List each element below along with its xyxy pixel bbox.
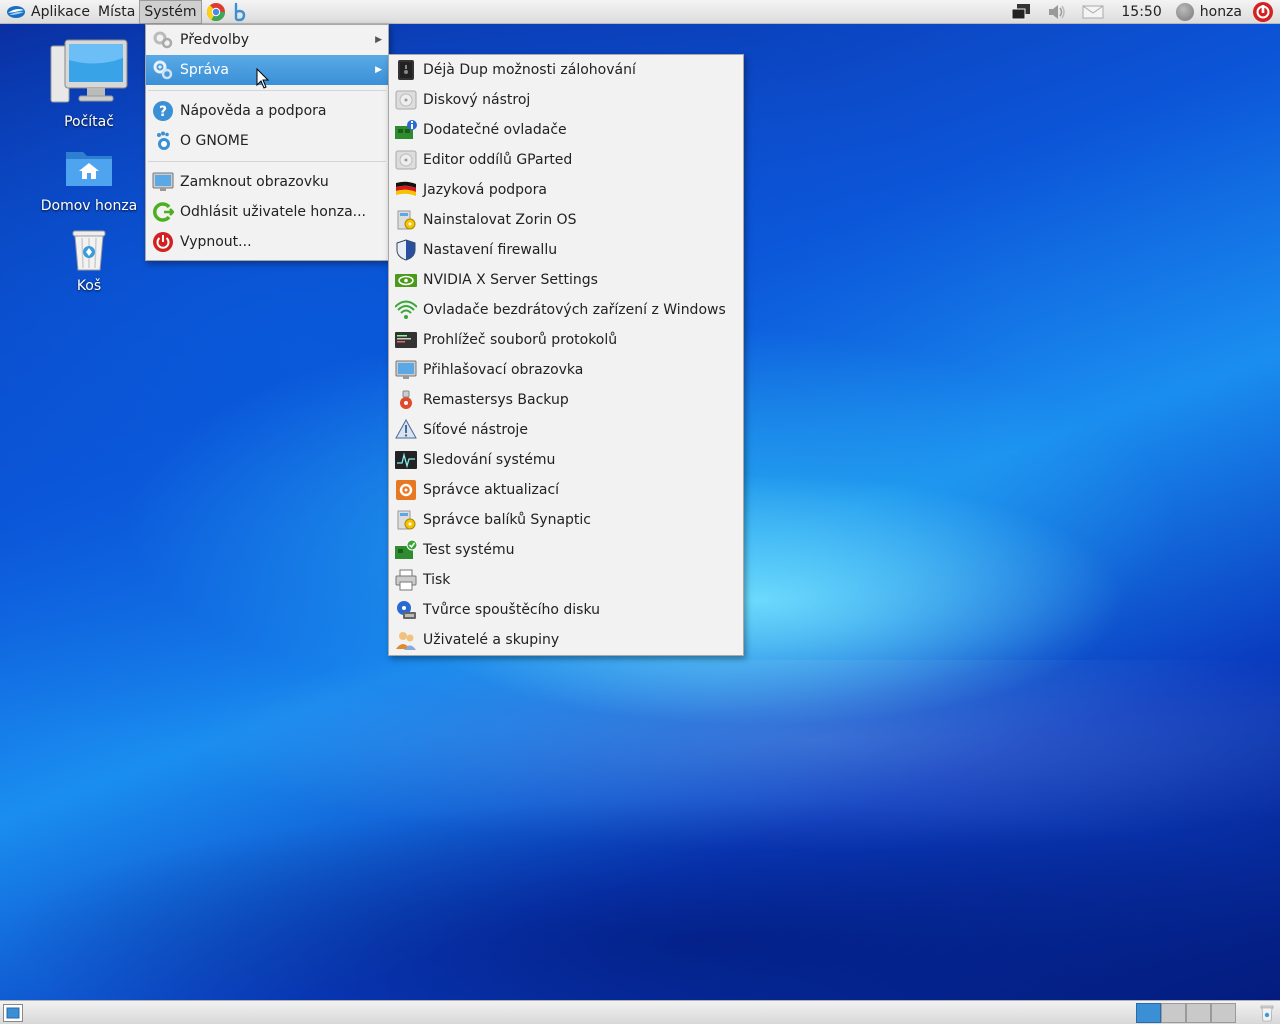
remastersys-icon — [400, 390, 412, 409]
trash-applet-icon[interactable] — [1260, 1004, 1274, 1022]
desktop-icon-label: Domov honza — [40, 198, 138, 214]
menu-item-disk-utility[interactable]: Diskový nástroj — [389, 85, 743, 115]
menu-item-login-screen[interactable]: Přihlašovací obrazovka — [389, 355, 743, 385]
wallpaper-swoosh — [0, 660, 1280, 1000]
backup-icon — [398, 60, 414, 80]
wallpaper-shadow — [0, 740, 1280, 1000]
system-test-icon — [395, 539, 417, 559]
menu-system[interactable]: Systém — [139, 0, 202, 24]
zorin-logo-icon[interactable] — [5, 1, 27, 23]
menu-item-help[interactable]: ? Nápověda a podpora — [146, 96, 388, 126]
menu-item-system-monitor[interactable]: Sledování systému — [389, 445, 743, 475]
bottom-panel — [0, 1000, 1280, 1024]
volume-icon[interactable] — [1046, 1, 1068, 23]
menu-item-wireless-drivers[interactable]: Ovladače bezdrátových zařízení z Windows — [389, 295, 743, 325]
language-flag-icon — [396, 181, 416, 196]
computer-icon — [50, 39, 128, 103]
preferences-icon — [153, 31, 173, 49]
mail-icon[interactable] — [1082, 1, 1104, 23]
menu-applications[interactable]: Aplikace — [27, 0, 94, 24]
network-tools-icon — [395, 419, 417, 439]
administration-icon — [153, 60, 173, 80]
menu-places[interactable]: Místa — [94, 0, 139, 24]
menu-item-install-zorin[interactable]: Nainstalovat Zorin OS — [389, 205, 743, 235]
workspace-switcher — [1136, 1002, 1236, 1023]
menu-item-language-support[interactable]: Jazyková podpora — [389, 175, 743, 205]
menu-item-remastersys[interactable]: Remastersys Backup — [389, 385, 743, 415]
menu-item-network-tools[interactable]: Síťové nástroje — [389, 415, 743, 445]
printer-icon — [395, 569, 417, 591]
chrome-launcher-icon[interactable] — [206, 2, 226, 22]
workspace-3[interactable] — [1186, 1002, 1211, 1023]
user-name[interactable]: honza — [1200, 4, 1242, 20]
browser-launcher-icon[interactable] — [230, 2, 250, 22]
submenu-arrow-icon: ▶ — [375, 35, 382, 45]
menu-item-about-gnome[interactable]: O GNOME — [146, 126, 388, 156]
menu-item-users-groups[interactable]: Uživatelé a skupiny — [389, 625, 743, 655]
desktop-icon-trash[interactable]: Koš — [34, 226, 144, 294]
system-menu: Předvolby ▶ Správa ▶ ? Nápověda a podpor… — [145, 24, 389, 261]
drivers-icon — [395, 120, 417, 139]
menu-separator — [148, 90, 386, 91]
administration-submenu: Déjà Dup možnosti zálohování Diskový nás… — [388, 54, 744, 656]
clock[interactable]: 15:50 — [1121, 4, 1161, 20]
lock-screen-icon — [152, 172, 174, 191]
menu-item-shutdown[interactable]: Vypnout... — [146, 227, 388, 257]
disk-utility-icon — [395, 90, 417, 110]
top-panel: Aplikace Místa Systém 15:50 honza — [0, 0, 1280, 24]
mouse-cursor-icon — [256, 68, 270, 89]
show-desktop-icon[interactable] — [3, 1003, 23, 1022]
installer-icon — [397, 210, 416, 230]
menu-item-system-test[interactable]: Test systému — [389, 535, 743, 565]
svg-text:?: ? — [159, 104, 167, 120]
synaptic-icon — [397, 510, 416, 530]
desktop-icon-label: Koš — [76, 278, 102, 294]
desktop-icon-label: Počítač — [64, 114, 114, 130]
submenu-arrow-icon: ▶ — [375, 65, 382, 75]
desktop-icon-home[interactable]: Domov honza — [34, 146, 144, 214]
user-status-icon[interactable] — [1175, 2, 1194, 21]
menu-item-log-viewer[interactable]: Prohlížeč souborů protokolů — [389, 325, 743, 355]
gnome-icon — [157, 131, 170, 150]
startup-disk-icon — [397, 601, 416, 619]
workspace-1[interactable] — [1136, 1002, 1161, 1023]
menu-item-gparted[interactable]: Editor oddílů GParted — [389, 145, 743, 175]
window-switcher-icon[interactable] — [1010, 1, 1032, 23]
menu-item-synaptic[interactable]: Správce balíků Synaptic — [389, 505, 743, 535]
gparted-icon — [395, 150, 417, 170]
firewall-shield-icon — [396, 239, 416, 261]
log-viewer-icon — [395, 332, 417, 348]
shutdown-icon — [153, 232, 173, 252]
menu-separator — [148, 161, 386, 162]
help-icon: ? — [153, 101, 173, 121]
menu-item-deja-dup[interactable]: Déjà Dup možnosti zálohování — [389, 55, 743, 85]
menu-item-nvidia[interactable]: NVIDIA X Server Settings — [389, 265, 743, 295]
menu-item-print[interactable]: Tisk — [389, 565, 743, 595]
menu-item-logout[interactable]: Odhlásit uživatele honza... — [146, 197, 388, 227]
workspace-2[interactable] — [1161, 1002, 1186, 1023]
update-manager-icon — [396, 480, 416, 500]
trash-icon — [72, 230, 106, 271]
system-monitor-icon — [395, 451, 417, 469]
wireless-icon — [395, 300, 417, 319]
desktop-icon-computer[interactable]: Počítač — [34, 38, 144, 130]
login-screen-icon — [395, 360, 417, 379]
logout-icon — [153, 202, 174, 222]
power-icon[interactable] — [1252, 1, 1274, 23]
workspace-4[interactable] — [1211, 1002, 1236, 1023]
home-folder-icon — [66, 152, 112, 186]
users-groups-icon — [396, 632, 416, 650]
menu-item-lock-screen[interactable]: Zamknout obrazovku — [146, 167, 388, 197]
menu-item-firewall[interactable]: Nastavení firewallu — [389, 235, 743, 265]
menu-item-additional-drivers[interactable]: Dodatečné ovladače — [389, 115, 743, 145]
menu-item-preferences[interactable]: Předvolby ▶ — [146, 25, 388, 55]
menu-item-startup-disk[interactable]: Tvůrce spouštěcího disku — [389, 595, 743, 625]
menu-item-update-manager[interactable]: Správce aktualizací — [389, 475, 743, 505]
nvidia-icon — [395, 274, 417, 287]
